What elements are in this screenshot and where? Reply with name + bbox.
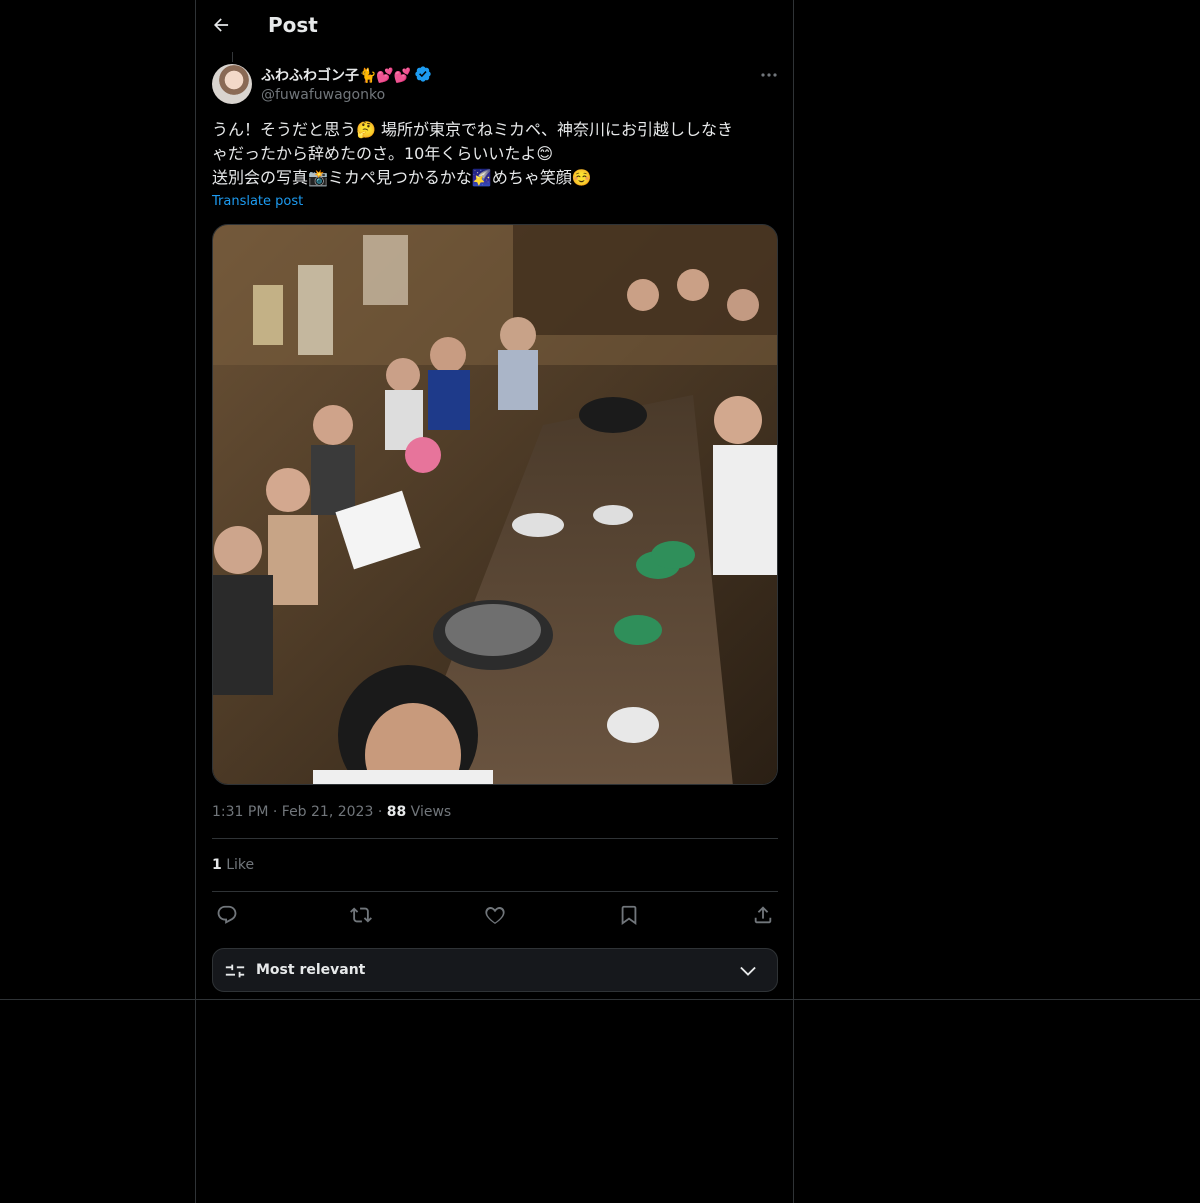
- like-heart-icon[interactable]: [484, 904, 508, 928]
- page-title: Post: [268, 13, 318, 37]
- chevron-down-icon: [737, 961, 759, 983]
- repost-icon[interactable]: [350, 904, 374, 928]
- likes-stat[interactable]: 1 Like: [212, 857, 254, 873]
- likes-count: 1: [212, 857, 222, 873]
- main-column: Post ふわふわゴン子🐈💕💕 @fuwafuwagonko うん！そうだと思う…: [195, 0, 794, 1203]
- views-count: 88: [386, 804, 407, 820]
- author-handle[interactable]: @fuwafuwagonko: [261, 87, 385, 103]
- bookmark-icon[interactable]: [618, 904, 642, 928]
- post-text-line: ゃだったから辞めたのさ。10年くらいいたよ😊: [212, 144, 554, 163]
- post-metadata: 1:31 PM · Feb 21, 2023 · 88 Views: [212, 804, 451, 820]
- share-icon[interactable]: [752, 904, 776, 928]
- more-options-icon[interactable]: [755, 64, 783, 88]
- sort-label: Most relevant: [256, 962, 366, 978]
- sliders-icon: [224, 960, 246, 982]
- divider: [212, 891, 778, 892]
- party-photo-illustration: [213, 225, 777, 784]
- avatar[interactable]: [212, 64, 252, 104]
- post-text-line: うん！そうだと思う🤔 場所が東京でねミカペ、神奈川にお引越ししなき: [212, 120, 734, 139]
- back-arrow-icon[interactable]: [211, 15, 235, 39]
- thread-connector: [232, 52, 233, 62]
- author-name[interactable]: ふわふわゴン子🐈💕💕: [261, 65, 432, 87]
- reply-sort-dropdown[interactable]: Most relevant: [212, 948, 778, 992]
- page-divider: [0, 999, 1200, 1000]
- separator: ·: [377, 804, 383, 820]
- page-header: Post: [196, 0, 793, 54]
- post-date[interactable]: Feb 21, 2023: [282, 804, 374, 820]
- likes-label: Like: [226, 857, 255, 873]
- translate-post-link[interactable]: Translate post: [212, 194, 303, 209]
- post-time[interactable]: 1:31 PM: [212, 804, 268, 820]
- post-photo[interactable]: [212, 224, 778, 785]
- reply-icon[interactable]: [216, 904, 240, 928]
- author-display-name[interactable]: ふわふわゴン子🐈💕💕: [261, 68, 411, 84]
- views-label: Views: [410, 804, 452, 820]
- post-text: うん！そうだと思う🤔 場所が東京でねミカペ、神奈川にお引越ししなき ゃだったから…: [212, 118, 777, 190]
- divider: [212, 838, 778, 839]
- verified-badge-icon[interactable]: [414, 65, 432, 87]
- separator: ·: [272, 804, 278, 820]
- post-text-line: 送別会の写真📸ミカペ見つかるかな🌠めちゃ笑顔☺️: [212, 168, 592, 187]
